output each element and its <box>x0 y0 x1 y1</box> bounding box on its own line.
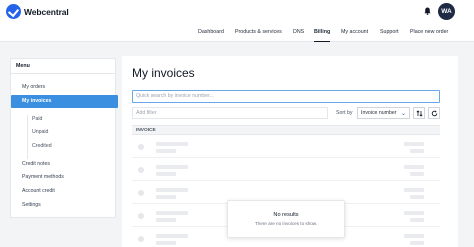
invoice-search-input[interactable]: Quick search by invoice number... <box>132 90 440 103</box>
skeleton-bar <box>404 165 424 169</box>
skeleton-bar <box>404 234 424 238</box>
add-filter-input[interactable]: Add filter <box>132 107 328 119</box>
skeleton-circle <box>138 236 144 242</box>
skeleton-bar <box>404 211 424 215</box>
nav-products-services[interactable]: Products & services <box>235 24 282 42</box>
sidebar-item-credit-notes[interactable]: Credit notes <box>22 161 50 167</box>
skeleton-bar <box>156 218 176 222</box>
skeleton-circle <box>138 190 144 196</box>
nav-support[interactable]: Support <box>380 24 399 42</box>
sidebar-item-account-credit[interactable]: Account credit <box>22 188 55 194</box>
bell-icon[interactable] <box>424 7 431 15</box>
sidebar-item-my-invoices[interactable]: My invoices <box>11 95 118 108</box>
skeleton-bar <box>156 241 176 245</box>
column-header-invoice: INVOICE <box>132 125 440 135</box>
empty-state-title: No results <box>273 212 299 218</box>
sort-by-label: Sort by <box>336 110 353 116</box>
sidebar-item-payment-methods[interactable]: Payment methods <box>22 174 64 180</box>
skeleton-bar <box>410 172 424 176</box>
top-bar: Webcentral WA <box>0 0 474 24</box>
nav-my-account[interactable]: My account <box>341 24 368 42</box>
skeleton-bar <box>410 218 424 222</box>
skeleton-row <box>132 159 440 181</box>
skeleton-bar <box>404 188 424 192</box>
skeleton-circle <box>138 167 144 173</box>
submenu-rail <box>27 115 28 159</box>
sidebar-item-paid[interactable]: Paid <box>32 116 42 122</box>
menu-divider <box>11 73 115 74</box>
sort-select[interactable]: Invoice number ⌄ <box>357 107 410 119</box>
sort-direction-button[interactable] <box>413 107 425 119</box>
skeleton-bar <box>156 234 188 238</box>
skeleton-bar <box>410 241 424 245</box>
nav-dns[interactable]: DNS <box>293 24 304 42</box>
skeleton-bar <box>156 149 176 153</box>
sort-direction-icon <box>416 109 422 117</box>
sidebar-item-my-orders[interactable]: My orders <box>22 84 45 90</box>
skeleton-circle <box>138 144 144 150</box>
logo-check-icon <box>6 4 21 19</box>
nav-place-new-order[interactable]: Place new order <box>410 24 448 42</box>
refresh-icon <box>431 110 437 116</box>
sidebar-menu: Menu My orders My invoices Paid Unpaid C… <box>10 58 118 218</box>
nav-dashboard[interactable]: Dashboard <box>198 24 224 42</box>
empty-state-card: No results There are no invoices to show… <box>227 200 345 238</box>
skeleton-bar <box>156 165 188 169</box>
skeleton-bar <box>156 211 188 215</box>
brand-logo[interactable]: Webcentral <box>6 4 69 19</box>
main-nav: Dashboard Products & services DNS Billin… <box>0 24 474 42</box>
sort-select-value: Invoice number <box>361 110 397 116</box>
sidebar-item-credited[interactable]: Credited <box>32 143 52 149</box>
skeleton-bar <box>410 149 424 153</box>
skeleton-bar <box>156 195 176 199</box>
brand-name: Webcentral <box>24 6 69 17</box>
skeleton-bar <box>156 142 188 146</box>
sidebar-item-unpaid[interactable]: Unpaid <box>32 129 48 135</box>
skeleton-bar <box>156 172 176 176</box>
skeleton-row <box>132 136 440 158</box>
empty-state-subtitle: There are no invoices to show. <box>254 221 318 226</box>
skeleton-bar <box>156 188 188 192</box>
sidebar-item-settings[interactable]: Settings <box>22 202 41 208</box>
nav-billing[interactable]: Billing <box>314 24 331 42</box>
menu-heading: Menu <box>16 63 30 69</box>
skeleton-circle <box>138 213 144 219</box>
user-avatar[interactable]: WA <box>438 3 455 20</box>
page-title: My invoices <box>132 66 195 80</box>
skeleton-bar <box>404 142 424 146</box>
skeleton-bar <box>410 195 424 199</box>
refresh-button[interactable] <box>428 107 440 119</box>
chevron-down-icon: ⌄ <box>400 111 406 117</box>
